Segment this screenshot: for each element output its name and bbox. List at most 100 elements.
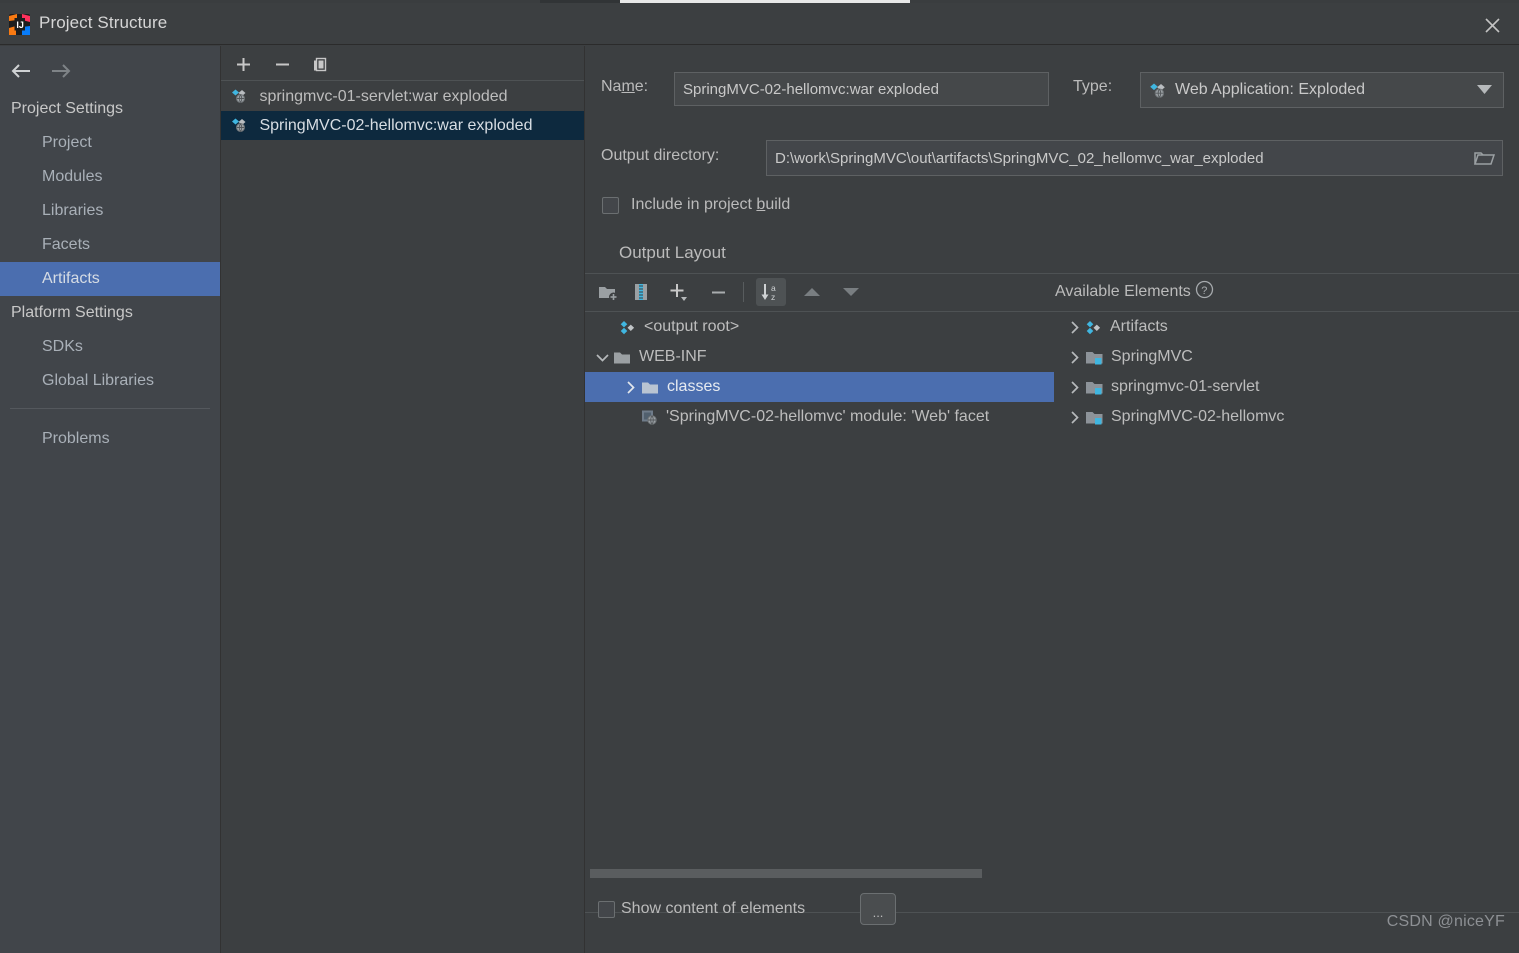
help-icon[interactable]: ?: [1195, 280, 1214, 304]
sidebar-item-sdks[interactable]: SDKs: [0, 330, 220, 364]
archive-icon[interactable]: [626, 278, 656, 306]
tree-row[interactable]: classes: [585, 372, 1055, 402]
output-layout-hscrollbar-thumb[interactable]: [590, 869, 982, 878]
artifacts-list-panel: springmvc-01-servlet:war exploded Spring…: [221, 46, 584, 953]
tree-row-label: <output root>: [644, 318, 740, 335]
arrow-right-icon[interactable]: [44, 58, 78, 84]
new-folder-icon[interactable]: [593, 278, 623, 306]
svg-text:z: z: [771, 292, 775, 302]
arrow-down-icon[interactable]: [836, 278, 866, 306]
chevron-right-icon[interactable]: [1063, 350, 1085, 364]
output-layout-label: Output Layout: [619, 243, 726, 262]
chevron-right-icon[interactable]: [619, 380, 641, 394]
show-content-of-elements-checkbox[interactable]: [598, 901, 615, 918]
include-in-project-build-checkbox[interactable]: [602, 197, 619, 214]
list-item[interactable]: springmvc-01-servlet:war exploded: [221, 82, 584, 111]
sidebar-nav-arrows: [0, 54, 220, 88]
tree-row-label: springmvc-01-servlet: [1111, 378, 1260, 395]
output-layout-toolbar: a z: [591, 278, 1111, 308]
sidebar-divider: [10, 408, 210, 409]
toolbar-separator: [743, 282, 744, 302]
tree-row-label: classes: [667, 378, 721, 395]
artifact-type-select[interactable]: Web Application: Exploded: [1140, 72, 1504, 108]
module-icon: [1085, 350, 1103, 365]
chevron-down-icon[interactable]: [591, 353, 613, 362]
list-item-label: SpringMVC-02-hellomvc:war exploded: [259, 117, 533, 134]
tree-row[interactable]: WEB-INF: [585, 342, 1055, 372]
svg-text:?: ?: [1201, 285, 1207, 297]
arrow-up-icon[interactable]: [797, 278, 827, 306]
chevron-down-icon[interactable]: [1477, 81, 1492, 99]
tree-row-label: 'SpringMVC-02-hellomvc' module: 'Web' fa…: [666, 408, 990, 425]
arrow-left-icon[interactable]: [4, 58, 38, 84]
list-item[interactable]: SpringMVC-02-hellomvc:war exploded: [221, 111, 584, 140]
sidebar-item-project[interactable]: Project: [0, 126, 220, 160]
tree-row-label: SpringMVC-02-hellomvc: [1111, 408, 1285, 425]
tree-row[interactable]: Artifacts: [1055, 312, 1519, 342]
artifact-root-icon: [619, 320, 636, 335]
tree-row-label: SpringMVC: [1111, 348, 1193, 365]
folder-icon: [641, 380, 659, 395]
sidebar-group-platform-settings: Platform Settings: [11, 304, 133, 321]
settings-sidebar: Project Settings Project Modules Librari…: [0, 46, 220, 953]
svg-text:IJ: IJ: [16, 20, 24, 30]
remove-element-button[interactable]: [703, 278, 733, 306]
sidebar-item-artifacts[interactable]: Artifacts: [0, 262, 220, 296]
artifact-name-input[interactable]: SpringMVC-02-hellomvc:war exploded: [674, 72, 1049, 106]
sidebar-item-modules[interactable]: Modules: [0, 160, 220, 194]
page-title: Project Structure: [39, 13, 168, 32]
include-in-project-build-label: Include in project build: [631, 196, 791, 213]
artifacts-toolbar: [221, 46, 584, 81]
sidebar-group-project-settings: Project Settings: [11, 100, 124, 117]
artifact-details-pane: Name: SpringMVC-02-hellomvc:war exploded…: [585, 46, 1519, 953]
name-label: Name:: [601, 78, 649, 95]
plus-dropdown-icon[interactable]: [665, 278, 695, 306]
available-elements-label: Available Elements: [1055, 283, 1191, 300]
sort-az-icon[interactable]: a z: [756, 278, 786, 306]
artifact-web-icon: [231, 114, 248, 140]
sidebar-item-facets[interactable]: Facets: [0, 228, 220, 262]
artifacts-items: springmvc-01-servlet:war exploded Spring…: [221, 82, 584, 140]
add-artifact-button[interactable]: [229, 51, 257, 77]
more-options-button[interactable]: ...: [860, 893, 896, 925]
output-layout-top-rule: [585, 273, 1519, 274]
tree-row[interactable]: SpringMVC-02-hellomvc: [1055, 402, 1519, 432]
type-label: Type:: [1073, 78, 1113, 95]
artifact-root-icon: [1085, 320, 1102, 335]
tree-row[interactable]: <output root>: [585, 312, 1055, 342]
show-content-of-elements-label: Show content of elements: [621, 900, 806, 917]
tree-row[interactable]: SpringMVC: [1055, 342, 1519, 372]
folder-icon: [613, 350, 631, 365]
sidebar-item-libraries[interactable]: Libraries: [0, 194, 220, 228]
chevron-right-icon[interactable]: [1063, 380, 1085, 394]
module-icon: [1085, 380, 1103, 395]
output-directory-input[interactable]: D:\work\SpringMVC\out\artifacts\SpringMV…: [766, 140, 1503, 176]
title-bar: IJ Project Structure: [0, 3, 1519, 45]
tree-column-divider[interactable]: [1054, 312, 1055, 913]
sidebar-item-problems[interactable]: Problems: [0, 422, 220, 456]
tree-row-label: WEB-INF: [639, 348, 707, 365]
output-directory-label: Output directory:: [601, 147, 720, 164]
tree-row[interactable]: 'SpringMVC-02-hellomvc' module: 'Web' fa…: [585, 402, 1055, 432]
artifact-type-value: Web Application: Exploded: [1175, 81, 1366, 98]
watermark: CSDN @niceYF: [1386, 913, 1505, 930]
artifact-web-icon: [231, 85, 248, 111]
module-icon: [1085, 410, 1103, 425]
intellij-idea-logo: IJ: [8, 13, 31, 36]
chevron-right-icon[interactable]: [1063, 410, 1085, 424]
copy-artifact-button[interactable]: [306, 51, 334, 77]
chevron-right-icon[interactable]: [1063, 320, 1085, 334]
close-icon[interactable]: [1477, 11, 1507, 39]
tree-row-label: Artifacts: [1110, 318, 1168, 335]
remove-artifact-button[interactable]: [268, 51, 296, 77]
available-elements-header: Available Elements ?: [1055, 280, 1214, 304]
tree-row[interactable]: springmvc-01-servlet: [1055, 372, 1519, 402]
sidebar-items: Project Settings Project Modules Librari…: [0, 92, 220, 398]
sidebar-item-global-libraries[interactable]: Global Libraries: [0, 364, 220, 398]
folder-open-icon[interactable]: [1471, 146, 1499, 170]
web-facet-icon: [641, 409, 658, 425]
project-structure-dialog: IJ Project Structure Project Settings Pr…: [0, 0, 1519, 953]
artifact-web-icon: [1149, 82, 1168, 99]
list-item-label: springmvc-01-servlet:war exploded: [259, 88, 508, 105]
output-layout-hscrollbar[interactable]: [585, 866, 1055, 880]
